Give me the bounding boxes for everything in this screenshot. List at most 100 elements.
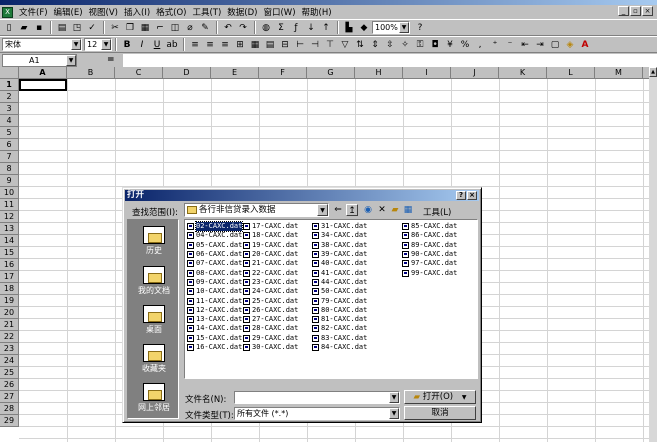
increase-indent-icon[interactable]: ⇥ <box>533 38 547 52</box>
file-item[interactable]: 05-CAXC.dat <box>187 241 242 250</box>
file-item[interactable]: 28-CAXC.dat <box>243 324 298 333</box>
file-item[interactable]: 83-CAXC.dat <box>312 334 367 343</box>
print-icon[interactable]: ▤ <box>55 21 69 35</box>
decrease-indent-icon[interactable]: ⇤ <box>518 38 532 52</box>
column-header-h[interactable]: H <box>355 67 403 79</box>
file-item[interactable]: 14-CAXC.dat <box>187 324 242 333</box>
place-favorites[interactable]: 收藏夹 <box>128 342 180 380</box>
row-header-10[interactable]: 10 <box>0 187 19 199</box>
file-item[interactable]: 10-CAXC.dat <box>187 287 242 296</box>
chevron-down-icon[interactable]: ▼ <box>317 204 328 216</box>
file-item[interactable]: 31-CAXC.dat <box>312 222 367 231</box>
column-header-f[interactable]: F <box>259 67 307 79</box>
file-item[interactable]: 07-CAXC.dat <box>187 259 242 268</box>
file-item[interactable]: 30-CAXC.dat <box>243 343 298 352</box>
file-item[interactable]: 34-CAXC.dat <box>312 231 367 240</box>
restore-icon[interactable]: ▫ <box>630 6 641 16</box>
file-item[interactable]: 39-CAXC.dat <box>312 250 367 259</box>
file-item[interactable]: 24-CAXC.dat <box>243 287 298 296</box>
row-header-20[interactable]: 20 <box>0 307 19 319</box>
search-web-icon[interactable]: ◉ <box>362 204 374 216</box>
row-header-12[interactable]: 12 <box>0 211 19 223</box>
spell-check-icon[interactable]: ✓ <box>85 21 99 35</box>
menu-data[interactable]: 数据(D) <box>224 6 260 18</box>
row-header-7[interactable]: 7 <box>0 151 19 163</box>
chevron-down-icon[interactable]: ▼ <box>71 39 81 50</box>
group-icon[interactable]: ⇕ <box>368 38 382 52</box>
up-folder-icon[interactable]: ↥ <box>346 204 358 216</box>
row-header-27[interactable]: 27 <box>0 391 19 403</box>
chevron-down-icon[interactable]: ▼ <box>399 22 409 33</box>
row-header-13[interactable]: 13 <box>0 223 19 235</box>
file-item[interactable]: 44-CAXC.dat <box>312 278 367 287</box>
menu-file[interactable]: 文件(F) <box>16 6 51 18</box>
font-color-icon[interactable]: A <box>578 38 592 52</box>
file-item[interactable]: 50-CAXC.dat <box>312 287 367 296</box>
column-header-i[interactable]: I <box>403 67 451 79</box>
row-header-18[interactable]: 18 <box>0 283 19 295</box>
column-header-d[interactable]: D <box>163 67 211 79</box>
formula-equals-icon[interactable]: = <box>107 55 115 65</box>
align-left-icon[interactable]: ≡ <box>188 38 202 52</box>
file-item[interactable]: 85-CAXC.dat <box>402 222 457 231</box>
new-folder-icon[interactable]: ▰ <box>389 204 401 216</box>
place-history[interactable]: 历史 <box>128 224 180 262</box>
filter-icon[interactable]: ▽ <box>338 38 352 52</box>
undo-icon[interactable]: ↶ <box>221 21 235 35</box>
active-cell-a1[interactable] <box>19 79 67 91</box>
file-item[interactable]: 27-CAXC.dat <box>243 315 298 324</box>
delete-row-icon[interactable]: ⊣ <box>308 38 322 52</box>
table-icon[interactable]: ▦ <box>248 38 262 52</box>
row-header-16[interactable]: 16 <box>0 259 19 271</box>
row-header-26[interactable]: 26 <box>0 379 19 391</box>
insert-row-icon[interactable]: ⊟ <box>278 38 292 52</box>
hyperlink-icon[interactable]: ◍ <box>259 21 273 35</box>
file-item[interactable]: 09-CAXC.dat <box>187 278 242 287</box>
delete-icon[interactable]: ✕ <box>376 204 388 216</box>
views-icon[interactable]: ▦ <box>402 204 414 216</box>
print-preview-icon[interactable]: ◳ <box>70 21 84 35</box>
paste-special-icon[interactable]: ◫ <box>168 21 182 35</box>
place-desktop[interactable]: 桌面 <box>128 303 180 341</box>
file-item[interactable]: 12-CAXC.dat <box>187 306 242 315</box>
name-box[interactable]: A1 ▼ <box>2 53 77 67</box>
file-item[interactable]: 38-CAXC.dat <box>312 241 367 250</box>
file-item[interactable]: 13-CAXC.dat <box>187 315 242 324</box>
menu-help[interactable]: 帮助(H) <box>299 6 335 18</box>
increase-decimal-icon[interactable]: ⁺ <box>488 38 502 52</box>
row-header-17[interactable]: 17 <box>0 271 19 283</box>
file-item[interactable]: 16-CAXC.dat <box>187 343 242 352</box>
chevron-down-icon[interactable]: ▼ <box>462 394 467 401</box>
file-item[interactable]: 15-CAXC.dat <box>187 334 242 343</box>
underline-icon[interactable]: U <box>150 38 164 52</box>
row-header-23[interactable]: 23 <box>0 343 19 355</box>
redo-icon[interactable]: ↷ <box>236 21 250 35</box>
file-item[interactable]: 20-CAXC.dat <box>243 250 298 259</box>
file-item[interactable]: 41-CAXC.dat <box>312 268 367 277</box>
menu-format[interactable]: 格式(O) <box>153 6 189 18</box>
style-icon[interactable]: ✧ <box>398 38 412 52</box>
column-header-e[interactable]: E <box>211 67 259 79</box>
file-item[interactable]: 86-CAXC.dat <box>402 231 457 240</box>
column-header-k[interactable]: K <box>499 67 547 79</box>
filetype-select[interactable]: 所有文件 (*.*) ▼ <box>234 407 400 420</box>
file-item[interactable]: 29-CAXC.dat <box>243 334 298 343</box>
chevron-down-icon[interactable]: ▼ <box>389 392 399 403</box>
row-header-28[interactable]: 28 <box>0 403 19 415</box>
column-header-m[interactable]: M <box>595 67 643 79</box>
column-header-a[interactable]: A <box>19 67 67 79</box>
decrease-decimal-icon[interactable]: ⁻ <box>503 38 517 52</box>
format-painter-icon[interactable]: ⌐ <box>153 21 167 35</box>
file-item[interactable]: 02-CAXC.dat <box>187 221 244 233</box>
help-icon[interactable]: ? <box>413 21 427 35</box>
row-header-2[interactable]: 2 <box>0 91 19 103</box>
open-folder-icon[interactable]: ▰ <box>17 21 31 35</box>
grid-icon[interactable]: ▤ <box>263 38 277 52</box>
chevron-down-icon[interactable]: ▼ <box>389 408 399 419</box>
bold-icon[interactable]: B <box>120 38 134 52</box>
row-header-1[interactable]: 1 <box>0 79 19 91</box>
file-item[interactable]: 40-CAXC.dat <box>312 259 367 268</box>
percent-icon[interactable]: % <box>458 38 472 52</box>
help-icon[interactable]: ? <box>456 191 466 200</box>
align-right-icon[interactable]: ≡ <box>218 38 232 52</box>
